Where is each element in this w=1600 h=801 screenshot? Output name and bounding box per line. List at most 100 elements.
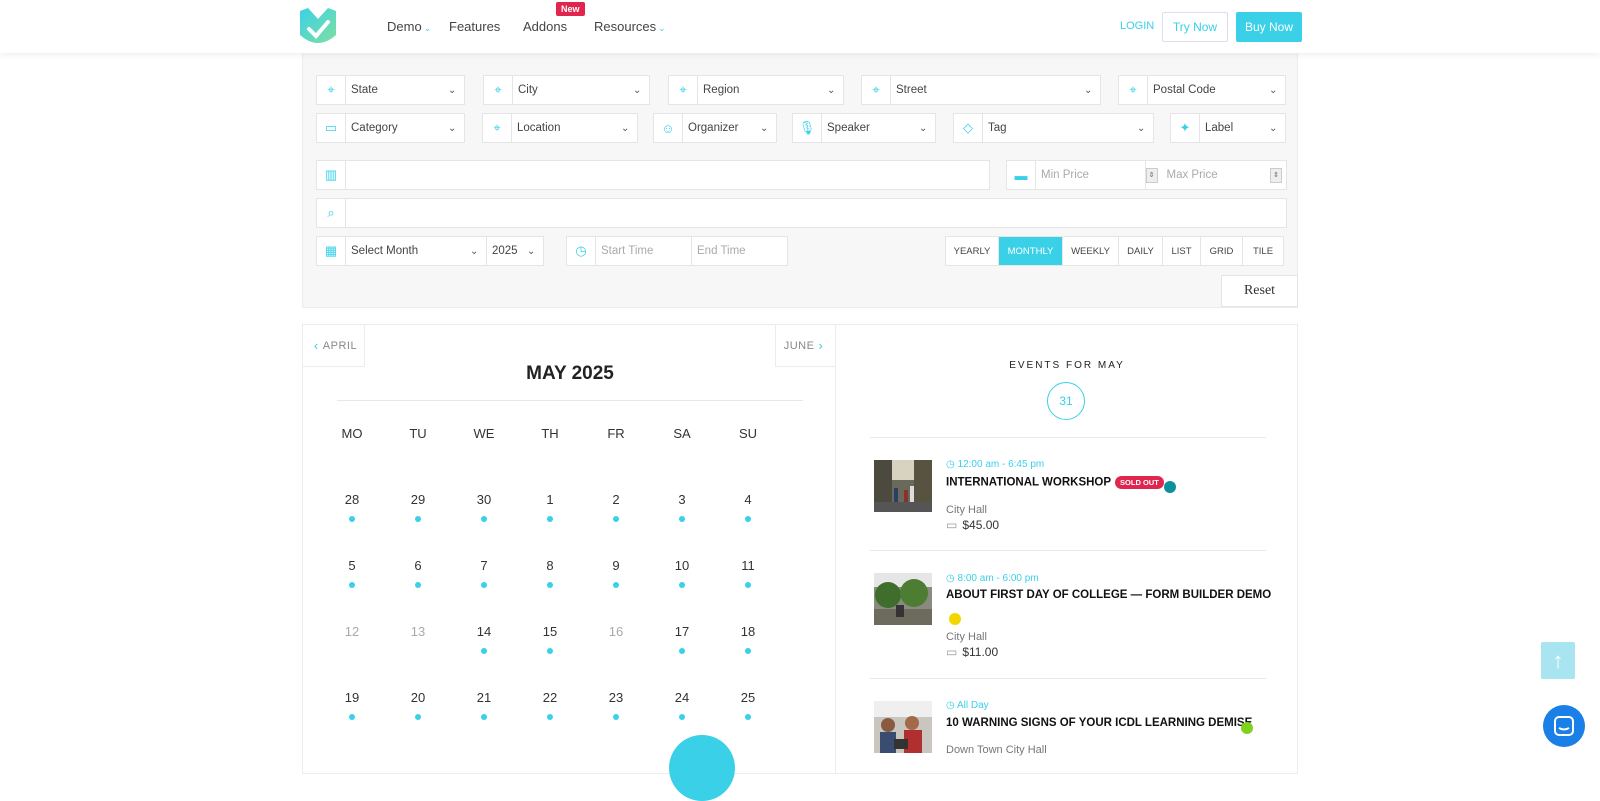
reset-button[interactable]: Reset: [1221, 275, 1298, 307]
ticket-icon: ▭: [946, 518, 958, 532]
address-input[interactable]: ▥: [316, 160, 990, 190]
start-time-input[interactable]: Start Time: [596, 237, 692, 265]
calendar-day[interactable]: 3: [662, 492, 702, 507]
calendar-day[interactable]: 13: [398, 624, 438, 639]
chevron-down-icon: ⌄: [760, 122, 769, 134]
postal-code-select[interactable]: ⌖ Postal Code ⌄: [1118, 75, 1286, 105]
event-image-workshop[interactable]: [874, 460, 932, 512]
event-time-text: 8:00 am - 6:00 pm: [957, 573, 1039, 584]
year-select[interactable]: 2025 ⌄: [487, 245, 543, 257]
chevron-down-icon: ⌄: [1137, 122, 1146, 134]
user-icon: ☺: [654, 114, 683, 142]
map-pin-icon: ⌖: [483, 114, 512, 142]
nav-demo[interactable]: Demo ⌄: [387, 19, 431, 34]
calendar-day[interactable]: 28: [332, 492, 372, 507]
event-indicator-dot: [745, 714, 751, 720]
view-weekly[interactable]: WEEKLY: [1063, 237, 1119, 265]
state-select[interactable]: ⌖ State ⌄: [316, 75, 465, 105]
calendar-day[interactable]: 16: [596, 624, 636, 639]
category-label: Category: [351, 122, 398, 134]
event-indicator-dot: [415, 582, 421, 588]
calendar-day[interactable]: 23: [596, 690, 636, 705]
event-indicator-dot: [547, 582, 553, 588]
label-label: Label: [1205, 122, 1234, 134]
calendar-day[interactable]: 9: [596, 558, 636, 573]
prev-month-button[interactable]: ‹ APRIL: [303, 325, 365, 367]
organizer-select[interactable]: ☺ Organizer ⌄: [653, 113, 777, 143]
buy-now-button[interactable]: Buy Now: [1236, 12, 1302, 42]
month-select[interactable]: Select Month ⌄: [346, 237, 487, 265]
calendar-day[interactable]: 4: [728, 492, 768, 507]
event-title[interactable]: 10 WARNING SIGNS OF YOUR ICDL LEARNING D…: [946, 717, 1252, 729]
calendar-day[interactable]: 6: [398, 558, 438, 573]
chevron-down-icon: ⌄: [1269, 122, 1278, 134]
calendar-day[interactable]: 19: [332, 690, 372, 705]
mec-logo-icon[interactable]: [296, 5, 340, 49]
calendar-day[interactable]: 10: [662, 558, 702, 573]
next-month-button[interactable]: JUNE ›: [775, 325, 835, 367]
event-indicator-dot: [349, 714, 355, 720]
tag-select[interactable]: ◇ Tag ⌄: [953, 113, 1154, 143]
category-select[interactable]: ▭ Category ⌄: [316, 113, 465, 143]
event-indicator-dot: [547, 516, 553, 522]
speaker-select[interactable]: 🎙︎ Speaker ⌄: [792, 113, 936, 143]
view-yearly[interactable]: YEARLY: [946, 237, 999, 265]
street-label: Street: [896, 84, 927, 96]
min-price-stepper[interactable]: ⇕: [1145, 167, 1158, 183]
calendar-day[interactable]: 18: [728, 624, 768, 639]
location-select[interactable]: ⌖ Location ⌄: [482, 113, 638, 143]
calendar-day[interactable]: 12: [332, 624, 372, 639]
calendar-day[interactable]: 25: [728, 690, 768, 705]
view-list[interactable]: LIST: [1163, 237, 1201, 265]
end-time-input[interactable]: End Time: [692, 245, 787, 257]
calendar-day[interactable]: 20: [398, 690, 438, 705]
event-indicator-dot: [547, 714, 553, 720]
calendar-day[interactable]: 1: [530, 492, 570, 507]
month-label: Select Month: [351, 245, 419, 257]
today-highlight[interactable]: [669, 735, 735, 801]
calendar-day[interactable]: 21: [464, 690, 504, 705]
calendar-day[interactable]: 30: [464, 492, 504, 507]
scroll-to-top-button[interactable]: ↑: [1541, 642, 1575, 679]
event-image-icdl[interactable]: [874, 701, 932, 753]
weekday-label: TU: [409, 426, 427, 441]
calendar-day[interactable]: 17: [662, 624, 702, 639]
calendar-day[interactable]: 2: [596, 492, 636, 507]
calendar-day[interactable]: 5: [332, 558, 372, 573]
calendar-day[interactable]: 15: [530, 624, 570, 639]
city-select[interactable]: ⌖ City ⌄: [483, 75, 650, 105]
region-select[interactable]: ⌖ Region ⌄: [668, 75, 844, 105]
max-price-input[interactable]: Max Price: [1162, 169, 1271, 181]
login-link[interactable]: LOGIN: [1120, 20, 1154, 32]
view-daily[interactable]: DAILY: [1119, 237, 1163, 265]
nav-resources[interactable]: Resources ⌄: [594, 19, 666, 34]
chevron-down-icon: ⌄: [658, 23, 666, 33]
calendar-day[interactable]: 22: [530, 690, 570, 705]
nav-features[interactable]: Features: [449, 19, 500, 34]
view-monthly[interactable]: MONTHLY: [999, 237, 1063, 265]
max-price-stepper[interactable]: ⇕: [1270, 167, 1282, 183]
chat-widget-button[interactable]: [1543, 705, 1585, 747]
event-title[interactable]: ABOUT FIRST DAY OF COLLEGE — FORM BUILDE…: [946, 589, 1271, 601]
view-tile[interactable]: TILE: [1243, 237, 1283, 265]
tag-label: Tag: [988, 122, 1007, 134]
try-now-button[interactable]: Try Now: [1162, 12, 1228, 42]
search-input[interactable]: ⌕: [316, 198, 1287, 228]
events-heading: EVENTS FOR MAY: [1009, 360, 1125, 371]
calendar-day[interactable]: 14: [464, 624, 504, 639]
event-image-college[interactable]: [874, 573, 932, 625]
street-select[interactable]: ⌖ Street ⌄: [861, 75, 1101, 105]
calendar-day[interactable]: 7: [464, 558, 504, 573]
min-price-input[interactable]: Min Price: [1036, 161, 1146, 189]
month-calendar: ‹ APRIL JUNE › MAY 2025 MO TU WE TH FR SA SU 28 29…: [302, 324, 836, 801]
calendar-day[interactable]: 11: [728, 558, 768, 573]
calendar-day[interactable]: 29: [398, 492, 438, 507]
event-title[interactable]: INTERNATIONAL WORKSHOP SOLD OUT: [946, 476, 1164, 489]
label-select[interactable]: ✦ Label ⌄: [1170, 113, 1286, 143]
calendar-day[interactable]: 8: [530, 558, 570, 573]
event-indicator-dot: [679, 648, 685, 654]
nav-addons[interactable]: Addons: [523, 19, 567, 34]
view-grid[interactable]: GRID: [1201, 237, 1243, 265]
calendar-day[interactable]: 24: [662, 690, 702, 705]
chevron-left-icon: ‹: [313, 338, 319, 353]
